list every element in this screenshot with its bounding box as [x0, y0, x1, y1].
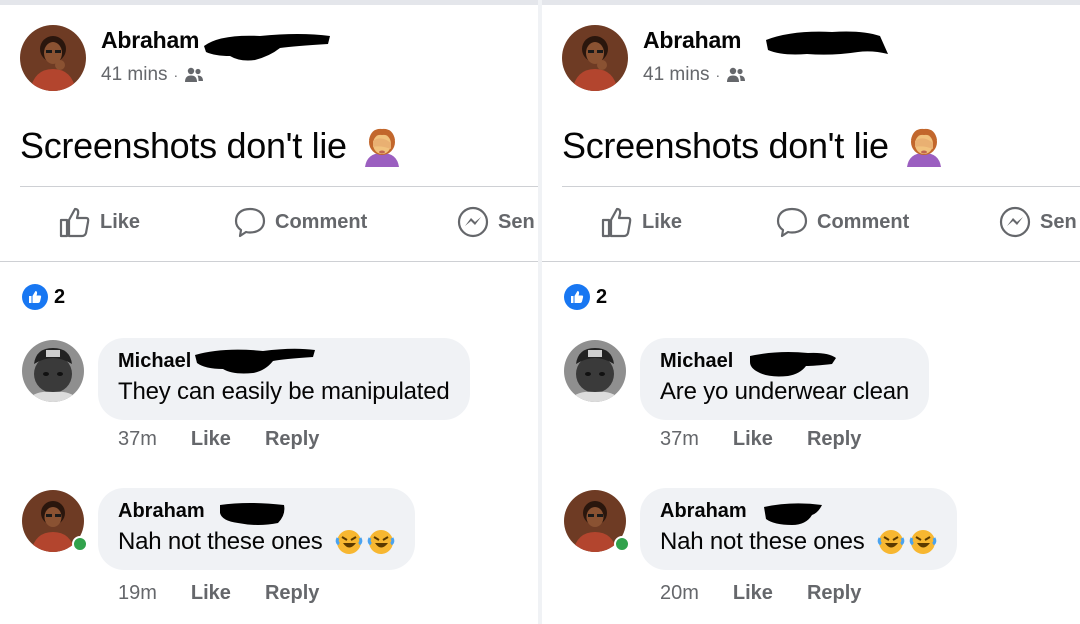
- comment-reply-link[interactable]: Reply: [807, 428, 861, 451]
- like-button[interactable]: Like: [58, 205, 140, 239]
- post-text: Screenshots don't lie: [20, 125, 403, 167]
- comment-time[interactable]: 37m: [660, 428, 699, 451]
- send-label: Sen: [1040, 210, 1077, 233]
- like-reaction-icon: [564, 284, 590, 310]
- comment-like-link[interactable]: Like: [733, 582, 773, 605]
- commenter-avatar[interactable]: [564, 340, 626, 402]
- comment-reply-link[interactable]: Reply: [807, 582, 861, 605]
- post-author-name[interactable]: Abraham: [101, 27, 199, 54]
- comment-label: Comment: [817, 210, 910, 233]
- post-meta: 41 mins ·: [101, 64, 204, 86]
- post-text: Screenshots don't lie: [562, 125, 945, 167]
- like-button[interactable]: Like: [600, 205, 682, 239]
- comment-text: Nah not these ones: [660, 528, 937, 556]
- comment-meta: 19m Like Reply: [118, 582, 319, 605]
- comment-time[interactable]: 37m: [118, 428, 157, 451]
- send-button[interactable]: Sen: [456, 205, 535, 239]
- divider: [0, 261, 538, 262]
- comment-button[interactable]: Comment: [775, 205, 909, 239]
- thumbs-up-icon: [601, 207, 632, 238]
- woman-facepalming-emoji: [361, 125, 403, 167]
- divider: [20, 186, 538, 187]
- like-reaction-icon: [22, 284, 48, 310]
- comment-reply-link[interactable]: Reply: [265, 582, 319, 605]
- redaction-mark: [764, 503, 822, 525]
- rolling-on-floor-laughing-emoji: [877, 528, 905, 556]
- messenger-icon: [457, 206, 489, 238]
- post-meta: 41 mins ·: [643, 64, 746, 86]
- like-label: Like: [642, 210, 683, 233]
- post-text-content: Screenshots don't lie: [562, 125, 889, 166]
- reaction-summary[interactable]: 2: [22, 284, 65, 310]
- send-button[interactable]: Sen: [998, 205, 1077, 239]
- comment-meta: 37m Like Reply: [660, 428, 861, 451]
- comment-like-link[interactable]: Like: [191, 582, 231, 605]
- comment-icon: [776, 207, 808, 238]
- like-label: Like: [100, 210, 141, 233]
- reaction-summary[interactable]: 2: [564, 284, 607, 310]
- send-label: Sen: [498, 210, 535, 233]
- comment-meta: 37m Like Reply: [118, 428, 319, 451]
- comment-time[interactable]: 19m: [118, 582, 157, 605]
- online-status-indicator: [614, 536, 630, 552]
- reaction-count: 2: [54, 285, 66, 308]
- redaction-mark: [195, 348, 315, 374]
- redaction-mark: [204, 34, 330, 61]
- rolling-on-floor-laughing-emoji: [367, 528, 395, 556]
- commenter-avatar[interactable]: [22, 340, 84, 402]
- woman-facepalming-emoji: [903, 125, 945, 167]
- separator-dot: ·: [715, 67, 721, 83]
- comment-like-link[interactable]: Like: [733, 428, 773, 451]
- author-avatar[interactable]: [562, 25, 628, 91]
- comment-reply-link[interactable]: Reply: [265, 428, 319, 451]
- divider: [542, 261, 1080, 262]
- post-author-name[interactable]: Abraham: [643, 27, 741, 54]
- screenshot-left: Abraham 41 mins · Screenshots don't lie …: [0, 0, 538, 624]
- friends-icon: [726, 67, 746, 83]
- redaction-mark: [766, 31, 888, 55]
- online-status-indicator: [72, 536, 88, 552]
- top-strip: [542, 0, 1080, 5]
- messenger-icon: [999, 206, 1031, 238]
- thumbs-up-icon: [59, 207, 90, 238]
- comment-like-link[interactable]: Like: [191, 428, 231, 451]
- comment-meta: 20m Like Reply: [660, 582, 861, 605]
- comment-label: Comment: [275, 210, 368, 233]
- screenshot-right: Abraham 41 mins · Screenshots don't lie …: [542, 0, 1080, 624]
- post-time[interactable]: 41 mins: [101, 64, 168, 86]
- comment-text: Are yo underwear clean: [660, 378, 910, 405]
- separator-dot: ·: [173, 67, 179, 83]
- author-avatar[interactable]: [20, 25, 86, 91]
- comment-button[interactable]: Comment: [233, 205, 367, 239]
- post-time[interactable]: 41 mins: [643, 64, 710, 86]
- top-strip: [0, 0, 538, 5]
- post-text-content: Screenshots don't lie: [20, 125, 347, 166]
- friends-icon: [184, 67, 204, 83]
- reaction-count: 2: [596, 285, 608, 308]
- comment-icon: [234, 207, 266, 238]
- comment-text: Nah not these ones: [118, 528, 395, 556]
- redaction-mark: [220, 503, 285, 525]
- comment-text: They can easily be manipulated: [118, 378, 450, 405]
- comment-time[interactable]: 20m: [660, 582, 699, 605]
- rolling-on-floor-laughing-emoji: [335, 528, 363, 556]
- redaction-mark: [750, 352, 836, 377]
- rolling-on-floor-laughing-emoji: [909, 528, 937, 556]
- divider: [562, 186, 1080, 187]
